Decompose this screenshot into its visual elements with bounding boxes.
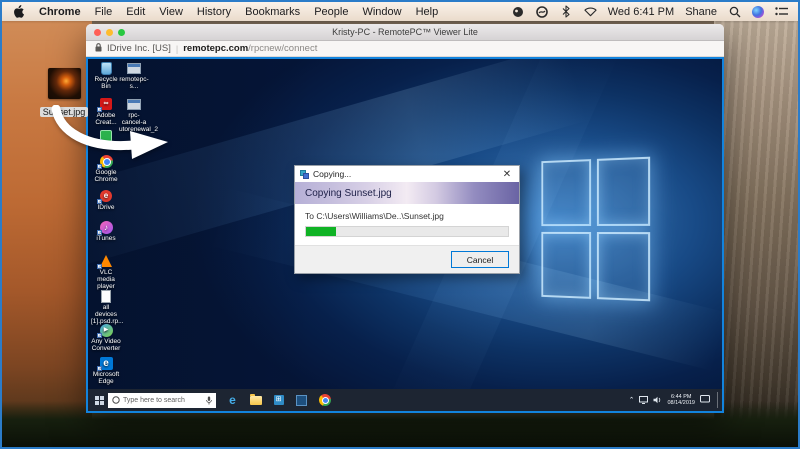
copy-progress-fill: [306, 227, 336, 236]
menubar-item-view[interactable]: View: [159, 6, 183, 18]
taskbar-edge-icon[interactable]: e: [226, 394, 239, 407]
window-title: Kristy-PC - RemotePC™ Viewer Lite: [332, 27, 478, 37]
taskbar-chrome-icon[interactable]: [318, 394, 331, 407]
remote-desktop-viewport[interactable]: Recycle Bin remotepc-s... ∞↗ Adobe Creat…: [86, 57, 724, 413]
bluetooth-icon[interactable]: [560, 5, 573, 18]
zoom-window-button[interactable]: [118, 29, 125, 36]
tray-remotepc-icon[interactable]: [700, 391, 710, 409]
wifi-icon[interactable]: [584, 5, 597, 18]
menubar-app-name[interactable]: Chrome: [39, 6, 81, 18]
dialog-header-band: Copying Sunset.jpg: [295, 182, 519, 204]
dialog-close-icon[interactable]: ✕: [500, 169, 514, 180]
copy-files-icon: [300, 170, 309, 179]
recycle-bin-icon: [101, 62, 112, 75]
url-separator: |: [176, 44, 178, 54]
windows-logo-pane: [597, 232, 650, 301]
menubar-item-people[interactable]: People: [314, 6, 348, 18]
desktop-icon-psd-document[interactable]: all devices [1].psd.rp...: [91, 289, 121, 325]
desktop-icon-any-video-converter[interactable]: ▶↗ Any Video Converter: [91, 323, 121, 352]
dialog-destination-path: To C:\Users\Williams\De..\Sunset.jpg: [295, 204, 519, 221]
microphone-icon[interactable]: [206, 396, 212, 405]
windows-logo-pane: [597, 157, 650, 226]
mac-menubar: Chrome File Edit View History Bookmarks …: [2, 2, 798, 21]
copying-dialog: Copying... ✕ Copying Sunset.jpg To C:\Us…: [294, 165, 520, 274]
ssl-lock-icon: [95, 43, 102, 55]
shortcut-badge: ↗: [97, 164, 102, 169]
cortana-circle-icon: [112, 396, 120, 404]
close-window-button[interactable]: [94, 29, 101, 36]
icon-label: Recycle Bin: [94, 76, 117, 90]
taskbar-photos-icon[interactable]: [295, 394, 308, 407]
menubar-item-edit[interactable]: Edit: [126, 6, 145, 18]
siri-icon[interactable]: [752, 6, 764, 18]
desktop-icon-vlc[interactable]: ↗ VLC media player: [91, 254, 121, 290]
menubar-item-window[interactable]: Window: [362, 6, 401, 18]
icon-label: iTunes: [96, 235, 115, 242]
tray-speaker-icon[interactable]: [653, 391, 662, 409]
icon-label: Any Video Converter: [91, 338, 121, 352]
windows-taskbar: Type here to search e ⊞ ⌃ 6:44 PM: [88, 389, 722, 411]
browser-window: Kristy-PC - RemotePC™ Viewer Lite IDrive…: [86, 24, 724, 413]
menubar-item-bookmarks[interactable]: Bookmarks: [245, 6, 300, 18]
spotlight-search-icon[interactable]: [728, 5, 741, 18]
mac-wallpaper-right: [714, 2, 798, 447]
sunset-thumbnail-icon[interactable]: [48, 68, 81, 99]
minimize-window-button[interactable]: [106, 29, 113, 36]
cancel-button[interactable]: Cancel: [451, 251, 509, 268]
icon-label: all devices [1].psd.rp...: [91, 304, 124, 325]
menubar-user[interactable]: Shane: [685, 6, 717, 18]
tray-chevron-up-icon[interactable]: ⌃: [629, 397, 635, 404]
icon-label: IDrive: [98, 204, 115, 211]
desktop-icon-remotepc-screenshot[interactable]: remotepc-s...: [119, 61, 149, 90]
status-app-icon-2[interactable]: [536, 5, 549, 18]
show-desktop-button[interactable]: [717, 392, 720, 408]
menubar-item-file[interactable]: File: [95, 6, 113, 18]
shortcut-badge: ↗: [97, 333, 102, 338]
menubar-clock[interactable]: Wed 6:41 PM: [608, 6, 674, 18]
windows-logo-pane: [541, 232, 591, 299]
screenshot-root: Chrome File Edit View History Bookmarks …: [0, 0, 800, 449]
browser-titlebar[interactable]: Kristy-PC - RemotePC™ Viewer Lite: [86, 24, 724, 41]
start-button[interactable]: [90, 391, 108, 409]
url-host: remotepc.com: [183, 43, 248, 54]
dialog-footer: Cancel: [295, 245, 519, 273]
icon-label: Microsoft Edge: [93, 371, 119, 385]
image-file-icon: [127, 63, 141, 74]
desktop-icon-edge[interactable]: e↗ Microsoft Edge: [91, 356, 121, 385]
drag-drop-arrow: [42, 105, 174, 163]
taskbar-search-box[interactable]: Type here to search: [108, 393, 216, 408]
desktop-icon-itunes[interactable]: ♪↗ iTunes: [91, 220, 121, 242]
windows-hero-logo: [541, 157, 650, 302]
taskbar-file-explorer-icon[interactable]: [249, 394, 262, 407]
icon-label: Google Chrome: [94, 169, 117, 183]
windows-start-icon: [95, 396, 104, 405]
icon-label: remotepc-s...: [119, 76, 148, 90]
taskbar-clock[interactable]: 6:44 PM 08/14/2019: [667, 394, 695, 407]
dialog-titlebar[interactable]: Copying... ✕: [295, 166, 519, 182]
shortcut-badge: ↗: [97, 199, 102, 204]
status-app-icon-1[interactable]: [512, 5, 525, 18]
shortcut-badge: ↗: [97, 264, 102, 269]
notification-center-icon[interactable]: [775, 5, 788, 18]
shortcut-badge: ↗: [97, 366, 102, 371]
url-text[interactable]: remotepc.com/rpcnew/connect: [183, 43, 317, 54]
dialog-header-text: Copying Sunset.jpg: [305, 188, 392, 199]
browser-urlbar[interactable]: IDrive Inc. [US] | remotepc.com/rpcnew/c…: [86, 41, 724, 57]
dialog-title: Copying...: [313, 169, 351, 179]
apple-menu-icon[interactable]: [12, 5, 25, 18]
shortcut-badge: ↗: [97, 230, 102, 235]
document-icon: [101, 290, 111, 303]
windows-logo-pane: [541, 159, 591, 226]
menubar-item-history[interactable]: History: [197, 6, 231, 18]
tray-display-icon[interactable]: [639, 391, 648, 409]
icon-label: VLC media player: [97, 269, 115, 290]
search-placeholder: Type here to search: [123, 397, 185, 404]
url-path: /rpcnew/connect: [248, 43, 317, 54]
menubar-item-help[interactable]: Help: [416, 6, 439, 18]
desktop-icon-idrive[interactable]: e↗ IDrive: [91, 189, 121, 211]
taskbar-date: 08/14/2019: [667, 400, 695, 407]
copy-progress-bar: [305, 226, 509, 237]
taskbar-store-icon[interactable]: ⊞: [272, 394, 285, 407]
cert-name[interactable]: IDrive Inc. [US]: [107, 43, 171, 54]
